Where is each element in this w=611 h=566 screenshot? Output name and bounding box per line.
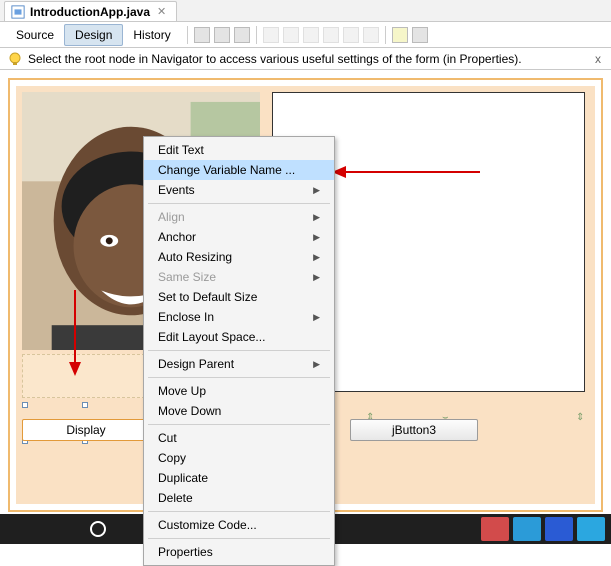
ctx-enclose-in[interactable]: Enclose In▶ <box>144 307 334 327</box>
submenu-arrow-icon: ▶ <box>313 272 320 283</box>
cortana-button[interactable] <box>80 514 116 544</box>
ctx-cut[interactable]: Cut <box>144 428 334 448</box>
ctx-separator <box>148 203 330 204</box>
taskbar-app-icon[interactable] <box>577 517 605 541</box>
ctx-auto-resizing[interactable]: Auto Resizing▶ <box>144 247 334 267</box>
ctx-set-default-size[interactable]: Set to Default Size <box>144 287 334 307</box>
ctx-events[interactable]: Events▶ <box>144 180 334 200</box>
submenu-arrow-icon: ▶ <box>313 359 320 370</box>
editor-mode-bar: Source Design History <box>0 22 611 48</box>
hint-bar: Select the root node in Navigator to acc… <box>0 48 611 70</box>
settings-icon[interactable] <box>412 27 428 43</box>
align-left-icon <box>263 27 279 43</box>
ctx-change-variable-name[interactable]: Change Variable Name ... <box>144 160 334 180</box>
align-bottom-icon <box>323 27 339 43</box>
submenu-arrow-icon: ▶ <box>313 185 320 196</box>
file-name: IntroductionApp.java <box>30 5 150 19</box>
submenu-arrow-icon: ▶ <box>313 252 320 263</box>
preview-icon[interactable] <box>234 27 250 43</box>
ctx-edit-text[interactable]: Edit Text <box>144 140 334 160</box>
taskbar-app-icon[interactable] <box>513 517 541 541</box>
taskbar-app-icon[interactable] <box>545 517 573 541</box>
context-menu: Edit Text Change Variable Name ... Event… <box>143 136 335 566</box>
separator <box>187 26 188 44</box>
ctx-move-down[interactable]: Move Down <box>144 401 334 421</box>
hint-close-button[interactable]: x <box>595 52 601 66</box>
submenu-arrow-icon: ▶ <box>313 212 320 223</box>
button-display[interactable]: Display <box>22 419 150 441</box>
submenu-arrow-icon: ▶ <box>313 232 320 243</box>
ctx-copy[interactable]: Copy <box>144 448 334 468</box>
ctx-move-up[interactable]: Move Up <box>144 381 334 401</box>
ctx-design-parent[interactable]: Design Parent▶ <box>144 354 334 374</box>
align-toolbar <box>263 27 379 43</box>
separator <box>385 26 386 44</box>
tab-history[interactable]: History <box>123 25 180 45</box>
misc-toolbar <box>392 27 428 43</box>
ctx-edit-layout-space[interactable]: Edit Layout Space... <box>144 327 334 347</box>
ctx-separator <box>148 350 330 351</box>
button-jbutton3[interactable]: jButton3 <box>350 419 478 441</box>
separator <box>256 26 257 44</box>
same-width-icon <box>343 27 359 43</box>
submenu-arrow-icon: ▶ <box>313 312 320 323</box>
ctx-properties[interactable]: Properties <box>144 542 334 562</box>
tab-source[interactable]: Source <box>6 25 64 45</box>
ctx-delete[interactable]: Delete <box>144 488 334 508</box>
ctx-anchor[interactable]: Anchor▶ <box>144 227 334 247</box>
ctx-align: Align▶ <box>144 207 334 227</box>
java-file-icon <box>11 5 25 19</box>
hint-text: Select the root node in Navigator to acc… <box>28 52 522 66</box>
file-tab[interactable]: IntroductionApp.java ✕ <box>4 1 177 21</box>
align-right-icon <box>283 27 299 43</box>
start-area[interactable] <box>0 514 80 544</box>
file-tab-bar: IntroductionApp.java ✕ <box>0 0 611 22</box>
align-top-icon <box>303 27 319 43</box>
ctx-separator <box>148 424 330 425</box>
ctx-separator <box>148 538 330 539</box>
tab-close-icon[interactable]: ✕ <box>155 5 168 18</box>
taskbar-app-icon[interactable] <box>481 517 509 541</box>
ctx-customize-code[interactable]: Customize Code... <box>144 515 334 535</box>
selection-mode-icon[interactable] <box>194 27 210 43</box>
cortana-icon <box>90 521 106 537</box>
ctx-same-size: Same Size▶ <box>144 267 334 287</box>
ctx-separator <box>148 511 330 512</box>
tab-design[interactable]: Design <box>64 24 123 46</box>
ctx-duplicate[interactable]: Duplicate <box>144 468 334 488</box>
link-icon[interactable] <box>392 27 408 43</box>
lightbulb-icon <box>8 52 22 66</box>
design-toolbar <box>194 27 250 43</box>
connection-mode-icon[interactable] <box>214 27 230 43</box>
same-height-icon <box>363 27 379 43</box>
taskbar-apps <box>481 517 611 541</box>
ctx-separator <box>148 377 330 378</box>
